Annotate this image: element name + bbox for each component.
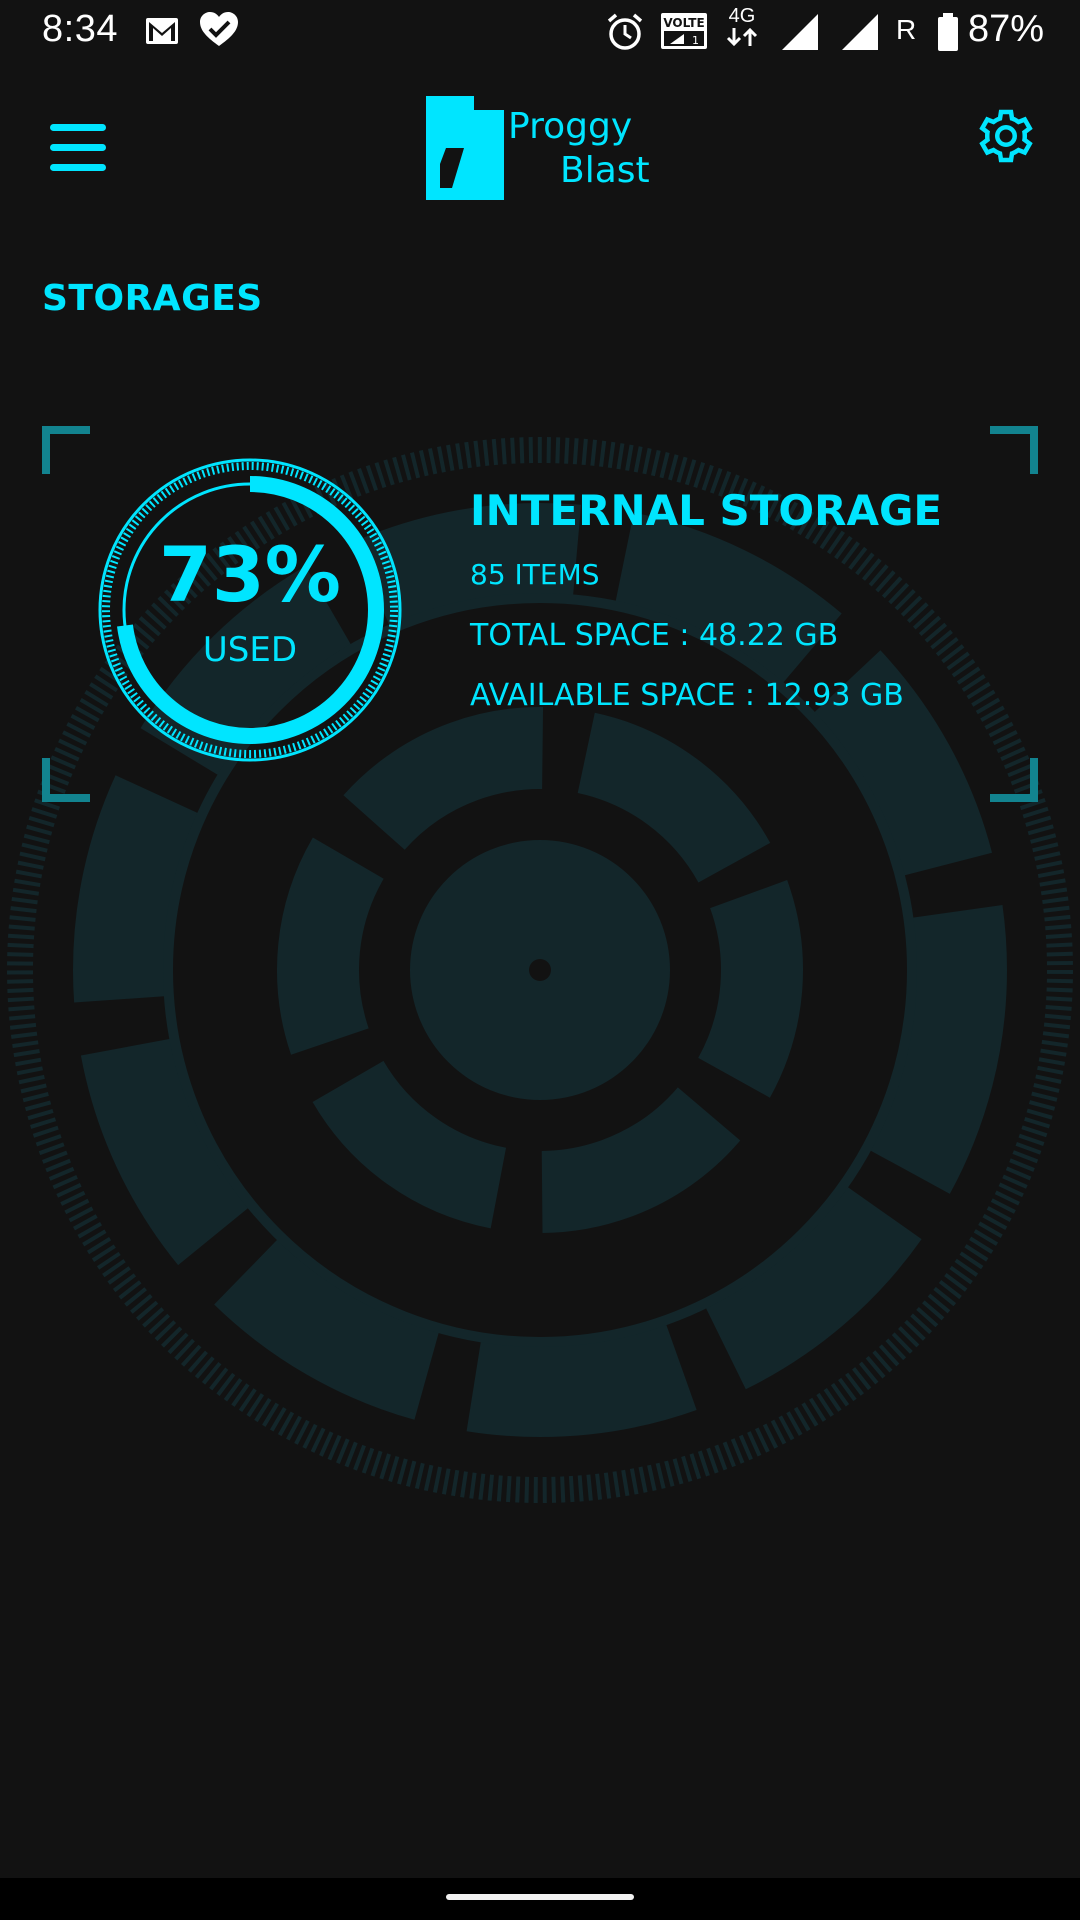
usage-label: USED (202, 630, 298, 670)
svg-text:VOLTE: VOLTE (663, 16, 704, 30)
roaming-indicator: R (896, 14, 917, 45)
storage-total-space: TOTAL SPACE : 48.22 GB (470, 618, 839, 653)
alarm-icon (607, 13, 643, 50)
health-icon (200, 12, 238, 46)
storage-name: INTERNAL STORAGE (470, 486, 943, 535)
storage-card-internal[interactable]: 73% USED INTERNAL STORAGE 85 ITEMS TOTAL… (42, 426, 1038, 802)
battery-icon (938, 13, 958, 51)
status-bar: 8:34 VOLTE 1 4G R 87% (0, 0, 1080, 64)
logo-text-proggy: Proggy (508, 106, 633, 147)
home-gesture-handle[interactable] (446, 1894, 634, 1900)
app-screen: 8:34 VOLTE 1 4G R 87% Proggy Blast STORA… (0, 0, 1080, 1920)
settings-button[interactable] (976, 106, 1036, 166)
status-time: 8:34 (42, 8, 118, 50)
network-type: 4G (724, 6, 760, 52)
gear-icon (979, 109, 1033, 163)
signal-icon (842, 14, 878, 50)
navigation-bar (0, 1878, 1080, 1920)
logo-text-blast: Blast (560, 150, 650, 191)
gmail-icon (146, 18, 178, 44)
section-title-storages: STORAGES (42, 278, 263, 319)
folder-logo-icon (426, 96, 504, 200)
svg-text:1: 1 (692, 34, 699, 47)
menu-button[interactable] (40, 118, 116, 178)
storage-available-space: AVAILABLE SPACE : 12.93 GB (470, 678, 904, 713)
signal-icon (782, 14, 818, 50)
usage-percent: 73% (159, 530, 341, 619)
hamburger-menu-icon (50, 124, 106, 171)
app-logo: Proggy Blast (420, 92, 660, 202)
battery-percent: 87% (968, 8, 1045, 50)
data-activity-icon (726, 27, 758, 47)
storage-item-count: 85 ITEMS (470, 558, 600, 591)
volte-icon: VOLTE 1 (661, 13, 707, 49)
